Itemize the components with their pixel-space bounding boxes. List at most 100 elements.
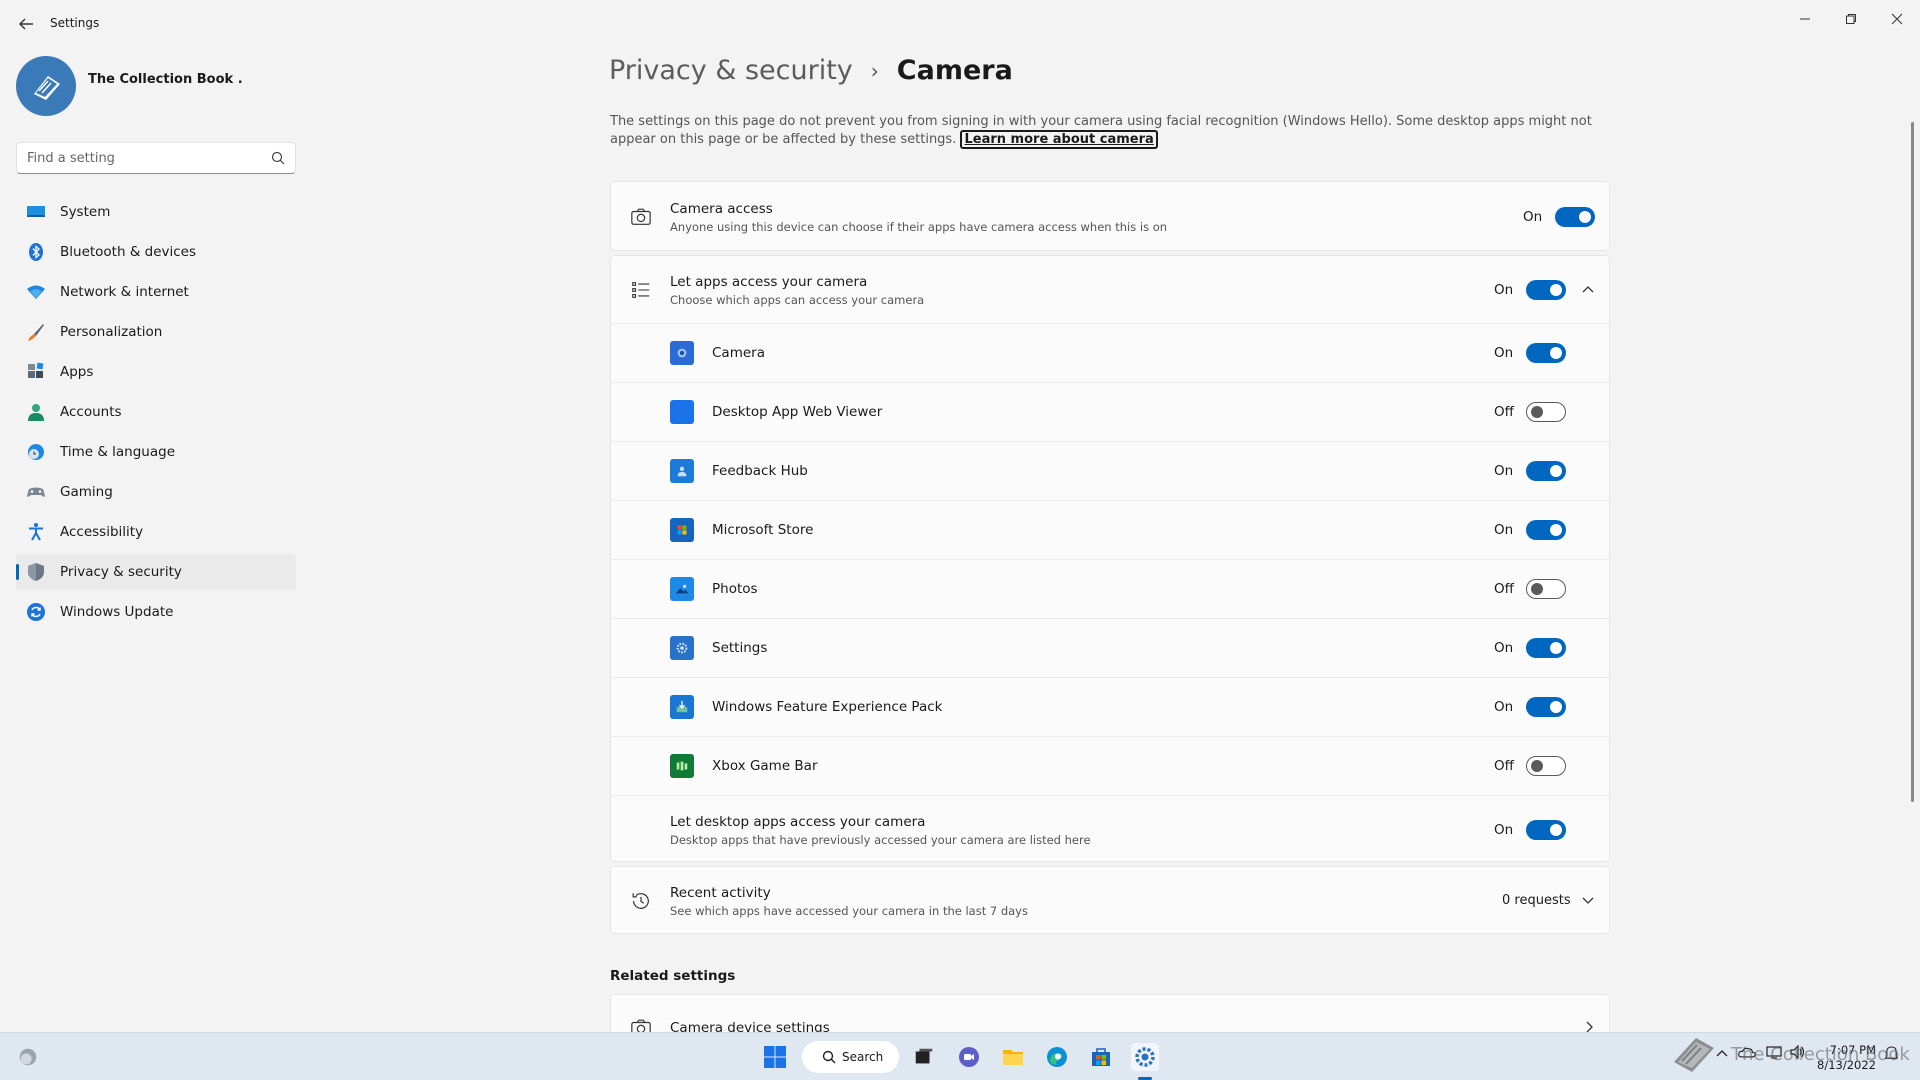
chevron-up-icon[interactable] [1582, 285, 1594, 293]
sidebar-item-bluetooth[interactable]: Bluetooth & devices [16, 234, 296, 270]
toggle-state-label: On [1494, 345, 1514, 361]
camera-app-toggle[interactable] [1526, 343, 1566, 363]
sidebar-item-accessibility[interactable]: Accessibility [16, 514, 296, 550]
sidebar-item-label: Accounts [60, 404, 122, 420]
xbox-game-bar-app-toggle[interactable] [1526, 756, 1566, 776]
close-icon [1891, 13, 1903, 25]
feature-pack-app-toggle[interactable] [1526, 697, 1566, 717]
sidebar-item-label: Windows Update [60, 604, 174, 620]
settings-taskbar-icon[interactable] [1131, 1043, 1159, 1071]
app-name: Windows Feature Experience Pack [712, 699, 943, 715]
window-title: Settings [50, 16, 100, 30]
microsoft-store-app-toggle[interactable] [1526, 520, 1566, 540]
watermark-text: The Collection Book [1731, 1044, 1910, 1065]
globe-clock-icon [26, 442, 46, 462]
app-row-windows-feature-experience-pack: Windows Feature Experience Pack On [611, 678, 1609, 737]
avatar[interactable] [16, 56, 76, 116]
feature-pack-app-icon [670, 695, 694, 719]
recent-activity-count: 0 requests [1502, 893, 1571, 908]
app-row-settings: Settings On [611, 619, 1609, 678]
app-row-photos: Photos Off [611, 560, 1609, 619]
chevron-down-icon[interactable] [1582, 897, 1594, 905]
task-view-icon[interactable] [910, 1043, 938, 1071]
sidebar-item-gaming[interactable]: Gaming [16, 474, 296, 510]
bluetooth-icon [26, 242, 46, 262]
sidebar-item-label: System [60, 204, 111, 220]
search-input[interactable] [27, 143, 263, 173]
page-title: Camera [896, 55, 1013, 86]
book-icon [34, 76, 60, 100]
toggle-state-label: On [1494, 822, 1514, 838]
sidebar-item-accounts[interactable]: Accounts [16, 394, 296, 430]
minimize-button[interactable] [1782, 4, 1828, 34]
sidebar-item-label: Privacy & security [60, 564, 182, 580]
feedback-hub-app-icon [670, 459, 694, 483]
web-viewer-app-icon [670, 400, 694, 424]
microsoft-store-icon[interactable] [1087, 1043, 1115, 1071]
app-name: Camera [712, 345, 765, 361]
settings-app-toggle[interactable] [1526, 638, 1566, 658]
toggle-state-label: On [1494, 640, 1514, 656]
apps-access-card: Let apps access your camera Choose which… [610, 255, 1610, 862]
close-button[interactable] [1874, 4, 1920, 34]
camera-access-subtitle: Anyone using this device can choose if t… [670, 220, 1168, 234]
breadcrumb-separator: › [870, 58, 879, 83]
recent-activity-card[interactable]: Recent activity See which apps have acce… [610, 866, 1610, 934]
toggle-state-label: On [1494, 699, 1514, 715]
toggle-state-label: On [1494, 282, 1514, 298]
desktop-apps-access-title: Let desktop apps access your camera [670, 814, 926, 830]
sidebar-item-label: Network & internet [60, 284, 189, 300]
sidebar-item-network[interactable]: Network & internet [16, 274, 296, 310]
camera-device-settings-card[interactable]: Camera device settings [610, 994, 1610, 1032]
apps-access-row[interactable]: Let apps access your camera Choose which… [611, 256, 1609, 324]
apps-icon [26, 362, 46, 382]
sidebar-item-personalization[interactable]: Personalization [16, 314, 296, 350]
profile-name: The Collection Book . [88, 72, 243, 87]
back-arrow-icon[interactable] [14, 12, 38, 36]
intro-text: The settings on this page do not prevent… [610, 113, 1615, 149]
web-viewer-app-toggle[interactable] [1526, 402, 1566, 422]
photos-app-icon [670, 577, 694, 601]
taskbar: Search 7:07 PM 8/13/2022 [0, 1032, 1920, 1080]
restore-icon [1846, 14, 1856, 24]
breadcrumb: Privacy & security › Camera [609, 55, 1013, 86]
sidebar-item-privacy-security[interactable]: Privacy & security [16, 554, 296, 590]
apps-access-toggle[interactable] [1526, 280, 1566, 300]
recent-activity-row[interactable]: Recent activity See which apps have acce… [611, 867, 1609, 935]
start-icon[interactable] [761, 1043, 789, 1071]
desktop-apps-access-subtitle: Desktop apps that have previously access… [670, 833, 1091, 847]
camera-icon [629, 205, 653, 229]
sidebar-item-label: Gaming [60, 484, 113, 500]
app-row-desktop-app-web-viewer: Desktop App Web Viewer Off [611, 383, 1609, 442]
sidebar-item-windows-update[interactable]: Windows Update [16, 594, 296, 630]
search-icon [822, 1050, 836, 1064]
weather-icon[interactable] [14, 1043, 42, 1071]
settings-app-icon [670, 636, 694, 660]
camera-access-toggle[interactable] [1555, 207, 1595, 227]
desktop-apps-access-row: Let desktop apps access your camera Desk… [611, 796, 1609, 862]
search-box[interactable] [16, 142, 296, 174]
app-name: Feedback Hub [712, 463, 808, 479]
scrollbar[interactable] [1911, 122, 1914, 802]
photos-app-toggle[interactable] [1526, 579, 1566, 599]
camera-app-icon [670, 341, 694, 365]
sidebar-item-system[interactable]: System [16, 194, 296, 230]
related-settings-heading: Related settings [610, 968, 736, 984]
file-explorer-icon[interactable] [999, 1043, 1027, 1071]
recent-activity-subtitle: See which apps have accessed your camera… [670, 904, 1028, 918]
feedback-hub-app-toggle[interactable] [1526, 461, 1566, 481]
desktop-apps-access-toggle[interactable] [1526, 820, 1566, 840]
person-icon [26, 402, 46, 422]
restore-button[interactable] [1828, 4, 1874, 34]
learn-more-link[interactable]: Learn more about camera [960, 130, 1158, 149]
apps-access-subtitle: Choose which apps can access your camera [670, 293, 925, 307]
camera-access-row: Camera access Anyone using this device c… [611, 182, 1609, 252]
taskbar-search[interactable]: Search [802, 1041, 899, 1073]
app-row-camera: Camera On [611, 324, 1609, 383]
breadcrumb-parent[interactable]: Privacy & security [609, 55, 853, 86]
teams-chat-icon[interactable] [955, 1043, 983, 1071]
camera-device-settings-label: Camera device settings [670, 1020, 830, 1032]
sidebar-item-apps[interactable]: Apps [16, 354, 296, 390]
edge-icon[interactable] [1043, 1043, 1071, 1071]
sidebar-item-time-language[interactable]: Time & language [16, 434, 296, 470]
